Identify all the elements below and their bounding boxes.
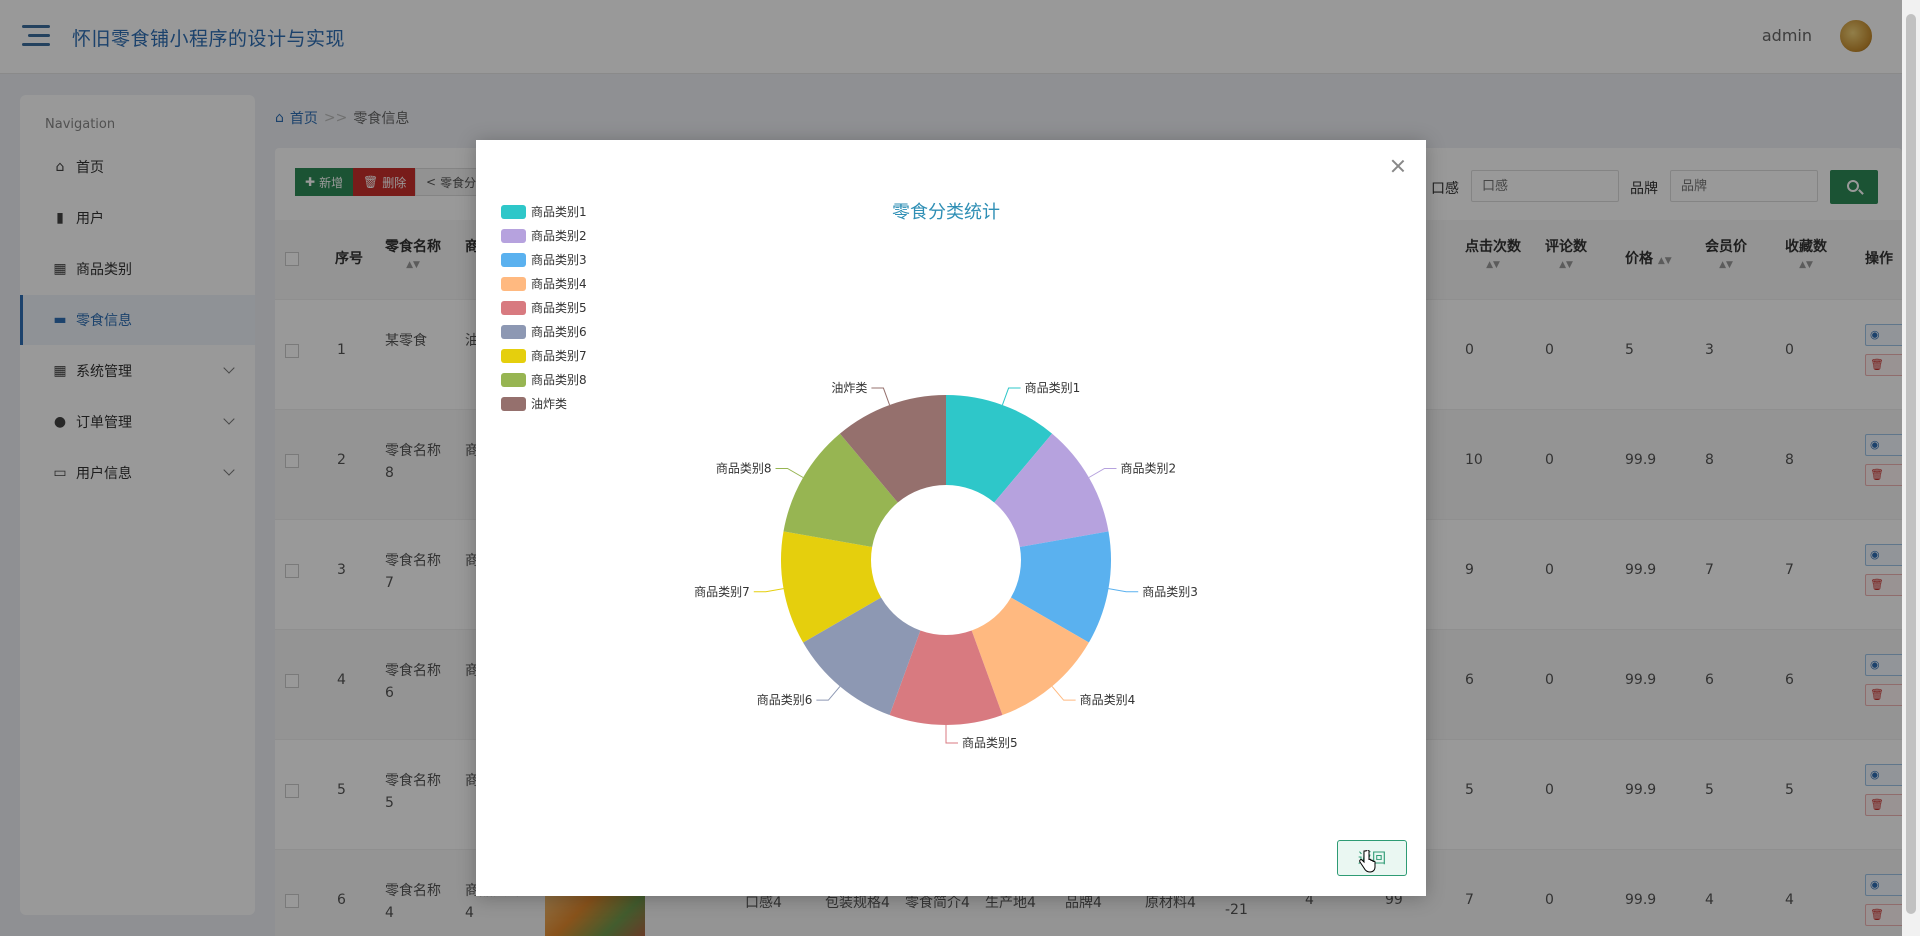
slice-label-line [1088, 468, 1117, 478]
slice-label: 商品类别8 [716, 461, 772, 476]
slice-label: 商品类别4 [1080, 692, 1136, 707]
legend-swatch[interactable] [501, 229, 526, 243]
pie-chart: 零食分类统计商品类别1商品类别2商品类别3商品类别4商品类别5商品类别6商品类别… [501, 202, 1198, 750]
legend-swatch[interactable] [501, 397, 526, 411]
slice-label: 商品类别2 [1120, 461, 1176, 476]
slice-label-line [753, 588, 784, 593]
slice-label-line [775, 468, 804, 478]
legend-swatch[interactable] [501, 277, 526, 291]
legend-label[interactable]: 商品类别8 [531, 372, 587, 387]
legend-label[interactable]: 商品类别1 [531, 204, 587, 219]
slice-label-line [816, 686, 841, 701]
legend-label[interactable]: 商品类别2 [531, 228, 587, 243]
legend-label[interactable]: 商品类别3 [531, 252, 587, 267]
legend-swatch[interactable] [501, 349, 526, 363]
slice-label: 商品类别1 [1025, 380, 1081, 395]
slice-label: 油炸类 [831, 381, 867, 395]
slice-label: 商品类别6 [757, 692, 813, 707]
scrollbar-thumb[interactable] [1906, 14, 1916, 914]
legend-label[interactable]: 商品类别4 [531, 276, 587, 291]
legend-label[interactable]: 商品类别7 [531, 348, 587, 363]
legend-swatch[interactable] [501, 253, 526, 267]
slice-label-line [1108, 588, 1139, 593]
slice-label-line [1001, 387, 1021, 406]
slice-label-line [945, 725, 958, 744]
hand-cursor-icon [1359, 850, 1376, 873]
page-scrollbar[interactable] [1902, 0, 1920, 936]
legend-swatch[interactable] [501, 373, 526, 387]
legend-label[interactable]: 商品类别5 [531, 300, 587, 315]
slice-label: 商品类别5 [962, 735, 1018, 750]
legend-swatch[interactable] [501, 205, 526, 219]
slice-label: 商品类别3 [1142, 584, 1198, 599]
slice-label-line [871, 387, 891, 406]
slice-label: 商品类别7 [694, 584, 750, 599]
legend-swatch[interactable] [501, 301, 526, 315]
chart-modal: 零食分类统计 商品类别1 商品类别2 商品类别3 商品类别4 商品类别5 商品类别6 商品类别… [476, 140, 1426, 896]
legend-label[interactable]: 商品类别6 [531, 324, 587, 339]
chart-title: 零食分类统计 [892, 202, 1000, 223]
legend-swatch[interactable] [501, 325, 526, 339]
legend-label[interactable]: 油炸类 [531, 397, 567, 411]
slice-label-line [1051, 686, 1076, 701]
close-icon[interactable] [1390, 158, 1406, 174]
